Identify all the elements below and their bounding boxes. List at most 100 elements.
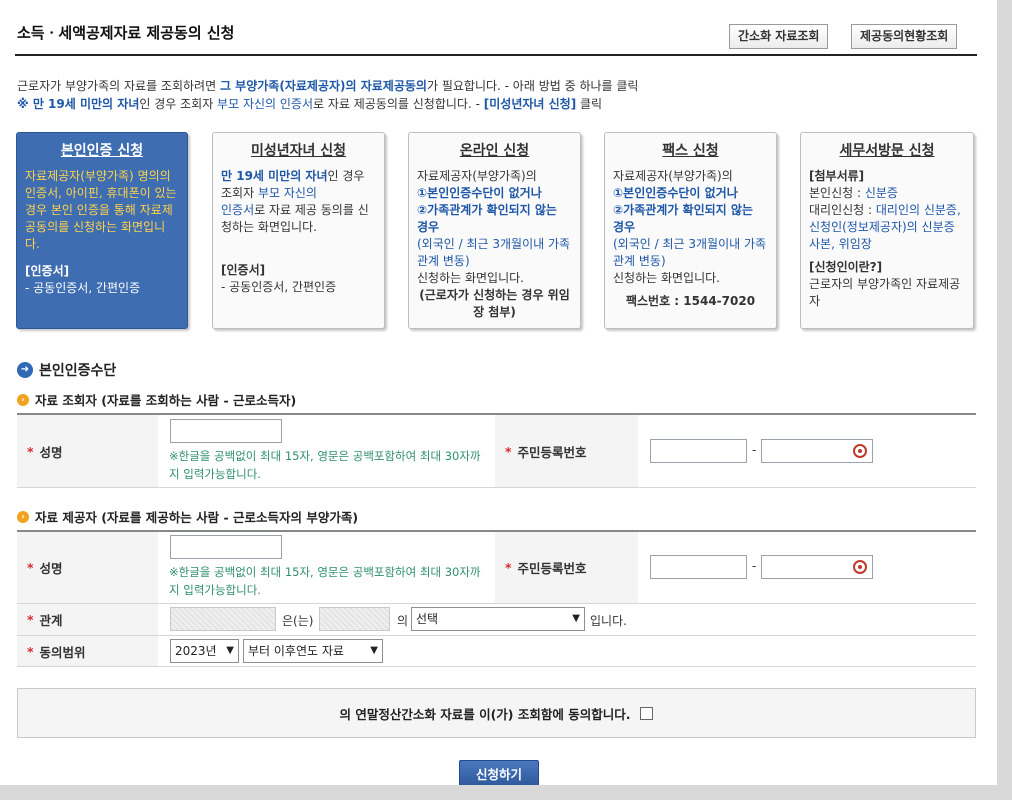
card-highlight: (외국인 / 최근 3개월이내 가족관계 변동) <box>613 237 767 268</box>
card-title[interactable]: 본인인증 신청 <box>25 143 179 160</box>
card-highlight: ②가족관계가 확인되지 않는 경우 <box>613 203 753 234</box>
arrow-right-icon: ➜ <box>17 362 33 378</box>
viewer-name-input[interactable] <box>170 419 282 443</box>
intro-text: 인 경우 조회자 <box>139 97 218 111</box>
chevron-down-icon: ▼ <box>226 645 234 656</box>
agree-box: 의 연말정산간소화 자료를 이(가) 조회함에 동의합니다. <box>17 688 976 738</box>
card-highlight: 신분증 <box>864 186 898 200</box>
chevron-down-icon: ▼ <box>370 645 378 656</box>
name-note: ※한글을 공백없이 최대 15자, 영문은 공백포함하여 최대 30자까지 입력… <box>169 565 481 597</box>
card-text: 자료제공자(부양가족)의 <box>417 169 537 183</box>
intro-line-2: ※ 만 19세 미만의 자녀인 경우 조회자 부모 자신의 인증서로 자료 제공… <box>17 95 602 112</box>
agree-text: 의 연말정산간소화 자료를 이(가) 조회함에 동의합니다. <box>339 706 631 722</box>
rrn-dash: - <box>752 559 757 573</box>
relation-select[interactable]: 선택 ▼ <box>411 607 585 631</box>
card-text: 대리인신청 : <box>809 203 876 217</box>
card-cert-label: [인증서] <box>221 263 266 277</box>
scope-select-value: 부터 이후연도 자료 <box>248 644 344 658</box>
viewer-rrn-front-input[interactable] <box>650 439 747 463</box>
card-highlight: (외국인 / 최근 3개월이내 가족관계 변동) <box>417 237 571 268</box>
relation-row: * 관계 은(는) 의 선택 ▼ 입니다. <box>17 604 976 636</box>
label-text: 관계 <box>39 613 63 628</box>
fax-number: 팩스번호 : 1544-7020 <box>625 294 756 308</box>
intro-highlight: 부모 자신의 인증서 <box>217 97 313 111</box>
relation-viewer-name <box>170 607 276 631</box>
submit-button[interactable]: 신청하기 <box>459 760 539 785</box>
intro-text: 근로자가 부양가족의 자료를 조회하려면 <box>17 79 220 93</box>
provider-subtitle: › 자료 제공자 (자료를 제공하는 사람 - 근로소득자의 부양가족) <box>17 507 358 526</box>
intro-highlight: ※ 만 19세 미만의 자녀 <box>17 97 140 111</box>
card-body: 자료제공자(부양가족) 명의의 인증서, 아이핀, 휴대폰이 있는 경우 본인 … <box>25 169 177 251</box>
card-docs-label: [첨부서류] <box>809 169 865 183</box>
title-divider <box>15 54 977 56</box>
relation-eun-text: 은(는) <box>282 614 314 628</box>
eye-icon[interactable] <box>853 444 867 458</box>
card-text: 자료제공자(부양가족)의 <box>613 169 733 183</box>
rrn-dash: - <box>752 443 757 457</box>
card-body: 만 19세 미만의 자녀인 경우 조회자 부모 자신의 인증서로 자료 제공 동의… <box>221 168 376 236</box>
card-cert-list: - 공동인증서, 간편인증 <box>25 281 141 295</box>
simple-lookup-button[interactable]: 간소화 자료조회 <box>729 24 829 49</box>
card-highlight: 만 19세 미만의 자녀 <box>221 169 328 183</box>
intro-text: 클릭 <box>576 97 603 111</box>
card-highlight: 인증서 <box>221 203 255 217</box>
required-icon: * <box>505 443 512 459</box>
card-minor[interactable]: 미성년자녀 신청 만 19세 미만의 자녀인 경우 조회자 부모 자신의 인증서로… <box>212 132 385 329</box>
card-fax[interactable]: 팩스 신청 자료제공자(부양가족)의 ①본인인증수단이 없거나 ②가족관계가 확… <box>604 132 777 329</box>
label-text: 성명 <box>39 444 63 460</box>
provider-name-row: * 성명 ※한글을 공백없이 최대 15자, 영문은 공백포함하여 최대 30자까… <box>17 532 976 604</box>
card-proxy-doc: 대리인신청 : 대리인의 신분증, 신청인(정보제공자)의 신분증 사본, 위임… <box>809 202 965 253</box>
intro-line-1: 근로자가 부양가족의 자료를 조회하려면 그 부양가족(자료제공자)의 자료제공… <box>17 77 638 94</box>
label-text: 성명 <box>39 561 63 576</box>
bullet-icon: › <box>17 510 29 523</box>
card-online[interactable]: 온라인 신청 자료제공자(부양가족)의 ①본인인증수단이 없거나 ②가족관계가 … <box>408 132 581 329</box>
viewer-subtitle: › 자료 조회자 (자료를 조회하는 사람 - 근로소득자) <box>17 390 296 409</box>
section-title-text: 본인인증수단 <box>39 363 117 379</box>
card-who-label: [신청인이란?] <box>809 260 883 274</box>
card-highlight: ②가족관계가 확인되지 않는 경우 <box>417 203 557 234</box>
card-title[interactable]: 온라인 신청 <box>417 143 572 160</box>
eye-icon[interactable] <box>853 560 867 574</box>
consent-status-button[interactable]: 제공동의현황조회 <box>851 24 958 49</box>
card-highlight: 부모 자신의 <box>257 186 317 200</box>
scope-row: * 동의범위 2023년 ▼ 부터 이후연도 자료 ▼ <box>17 636 976 667</box>
relation-end-text: 입니다. <box>590 614 627 628</box>
viewer-subtitle-text: 자료 조회자 (자료를 조회하는 사람 - 근로소득자) <box>35 393 297 408</box>
intro-highlight: 그 부양가족(자료제공자)의 자료제공동의 <box>219 79 427 93</box>
card-note: (근로자가 신청하는 경우 위임장 첨부) <box>419 288 570 319</box>
relation-ui-text: 의 <box>397 614 409 628</box>
card-self-doc: 본인신청 : 신분증 <box>809 185 965 202</box>
card-text: 신청하는 화면입니다. <box>613 271 720 285</box>
year-select-value: 2023년 <box>175 644 217 658</box>
required-icon: * <box>27 443 34 459</box>
chevron-down-icon: ▼ <box>572 613 580 624</box>
intro-text: 로 자료 제공동의를 신청합니다. - <box>313 97 484 111</box>
required-icon: * <box>505 560 512 575</box>
required-icon: * <box>27 643 34 659</box>
provider-name-input[interactable] <box>170 535 282 559</box>
card-visit[interactable]: 세무서방문 신청 [첨부서류] 본인신청 : 신분증 대리인신청 : 대리인의 … <box>800 132 974 329</box>
rrn-label: * 주민등록번호 <box>495 415 638 487</box>
card-text: 신청하는 화면입니다. <box>417 271 524 285</box>
page-title: 소득ㆍ세액공제자료 제공동의 신청 <box>17 24 235 42</box>
required-icon: * <box>27 560 34 575</box>
agree-checkbox[interactable] <box>640 706 654 720</box>
card-self-auth[interactable]: 본인인증 신청 자료제공자(부양가족) 명의의 인증서, 아이핀, 휴대폰이 있… <box>16 132 188 329</box>
card-title[interactable]: 팩스 신청 <box>613 143 768 160</box>
label-text: 주민등록번호 <box>517 561 587 576</box>
minor-apply-link[interactable]: [미성년자녀 신청] <box>484 97 576 111</box>
relation-provider-name <box>319 607 390 631</box>
label-text: 동의범위 <box>39 644 86 660</box>
bullet-icon: › <box>17 393 29 406</box>
card-who-text: 근로자의 부양가족인 자료제공자 <box>809 277 961 308</box>
card-title[interactable]: 세무서방문 신청 <box>809 143 965 160</box>
provider-subtitle-text: 자료 제공자 (자료를 제공하는 사람 - 근로소득자의 부양가족) <box>35 510 359 525</box>
intro-text: 가 필요합니다. - 아래 방법 중 하나를 클릭 <box>426 79 639 93</box>
provider-rrn-front-input[interactable] <box>650 555 747 579</box>
viewer-row: * 성명 ※한글을 공백없이 최대 15자, 영문은 공백포함하여 최대 30자까… <box>17 415 976 488</box>
year-select[interactable]: 2023년 ▼ <box>170 639 239 663</box>
rrn-label: * 주민등록번호 <box>495 532 638 603</box>
scope-select[interactable]: 부터 이후연도 자료 ▼ <box>243 639 383 663</box>
page: 소득ㆍ세액공제자료 제공동의 신청 간소화 자료조회 제공동의현황조회 근로자가… <box>0 0 997 785</box>
card-title[interactable]: 미성년자녀 신청 <box>221 143 376 160</box>
